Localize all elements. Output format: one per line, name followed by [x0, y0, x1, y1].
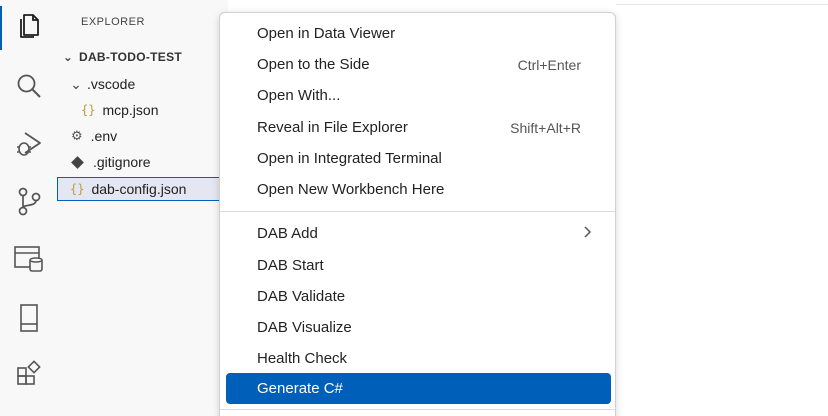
menu-item-dab-visualize[interactable]: DAB Visualize [226, 312, 611, 343]
menu-item-open-in-integrated-terminal[interactable]: Open in Integrated Terminal [226, 143, 611, 174]
menu-item-open-to-the-side[interactable]: Open to the Side Ctrl+Enter [226, 49, 611, 80]
menu-item-dab-start[interactable]: DAB Start [226, 250, 611, 281]
search-icon [15, 72, 43, 105]
active-indicator [0, 6, 2, 50]
workspace-root-folder[interactable]: ⌄ DAB-TODO-TEST [57, 45, 228, 69]
chevron-down-icon: ⌄ [62, 50, 74, 64]
chevron-right-icon [583, 225, 593, 242]
keyboard-shortcut: Shift+Alt+R [510, 119, 581, 136]
git-file-icon [71, 155, 84, 169]
menu-item-label: Open in Integrated Terminal [257, 150, 442, 167]
extensions-icon [14, 359, 44, 394]
editor-area-border [616, 0, 828, 5]
explorer-activity-button[interactable] [0, 4, 57, 52]
menu-item-open-in-data-viewer[interactable]: Open in Data Viewer [226, 18, 611, 49]
menu-item-label: Reveal in File Explorer [257, 119, 408, 136]
menu-item-reveal-in-file-explorer[interactable]: Reveal in File Explorer Shift+Alt+R [226, 112, 611, 143]
panel-activity-button[interactable] [0, 296, 57, 344]
menu-item-label: Health Check [257, 350, 348, 367]
tree-item-label: .gitignore [93, 154, 151, 170]
menu-item-label: Open to the Side [257, 56, 370, 73]
menu-item-dab-validate[interactable]: DAB Validate [226, 281, 611, 312]
menu-item-health-check[interactable]: Health Check [226, 343, 611, 374]
menu-item-label: DAB Add [257, 225, 318, 242]
tree-item-vscode-folder[interactable]: ⌄ .vscode [57, 72, 228, 96]
search-activity-button[interactable] [0, 64, 57, 112]
tree-item-label: mcp.json [102, 102, 159, 118]
keyboard-shortcut: Ctrl+Enter [517, 56, 581, 73]
extensions-activity-button[interactable] [0, 352, 57, 400]
menu-separator [220, 409, 615, 410]
menu-separator [220, 211, 615, 212]
json-file-icon: {} [70, 182, 85, 196]
gear-icon: ⚙ [71, 128, 83, 143]
tree-item-mcp-json[interactable]: {} mcp.json [57, 98, 228, 122]
root-folder-label: DAB-TODO-TEST [79, 50, 183, 64]
tree-item-label: .vscode [87, 76, 136, 92]
database-activity-button[interactable] [0, 237, 57, 285]
menu-item-label: Open New Workbench Here [257, 181, 445, 198]
explorer-sidebar: EXPLORER ⌄ DAB-TODO-TEST ⌄ .vscode {} mc… [57, 0, 228, 416]
activity-bar [0, 0, 58, 416]
files-icon [16, 12, 42, 45]
tree-item-label: .env [90, 128, 118, 144]
menu-item-generate-csharp[interactable]: Generate C# [226, 373, 611, 404]
menu-item-label: Open in Data Viewer [257, 25, 396, 42]
source-control-icon [15, 186, 43, 221]
tree-item-dab-config-json[interactable]: {} dab-config.json [57, 177, 228, 201]
menu-item-label: DAB Visualize [257, 319, 352, 336]
menu-item-label: Open With... [257, 87, 341, 104]
database-icon [13, 244, 45, 279]
menu-item-label: Generate C# [257, 380, 343, 397]
vscode-window: EXPLORER ⌄ DAB-TODO-TEST ⌄ .vscode {} mc… [0, 0, 828, 416]
context-menu: Open in Data Viewer Open to the Side Ctr… [219, 12, 616, 416]
chevron-down-icon: ⌄ [70, 75, 82, 92]
panel-icon [17, 303, 41, 338]
tree-item-env[interactable]: ⚙ .env [57, 124, 228, 148]
json-file-icon: {} [81, 103, 96, 117]
menu-item-open-new-workbench-here[interactable]: Open New Workbench Here [226, 174, 611, 205]
tree-item-gitignore[interactable]: .gitignore [57, 150, 228, 174]
menu-item-dab-add[interactable]: DAB Add [226, 218, 611, 249]
source-control-activity-button[interactable] [0, 179, 57, 227]
menu-item-label: DAB Validate [257, 288, 346, 305]
sidebar-title: EXPLORER [81, 16, 145, 28]
menu-item-open-with[interactable]: Open With... [226, 80, 611, 111]
run-debug-activity-button[interactable] [0, 122, 57, 170]
run-debug-icon [14, 129, 44, 164]
menu-item-label: DAB Start [257, 257, 324, 274]
tree-item-label: dab-config.json [91, 181, 187, 197]
